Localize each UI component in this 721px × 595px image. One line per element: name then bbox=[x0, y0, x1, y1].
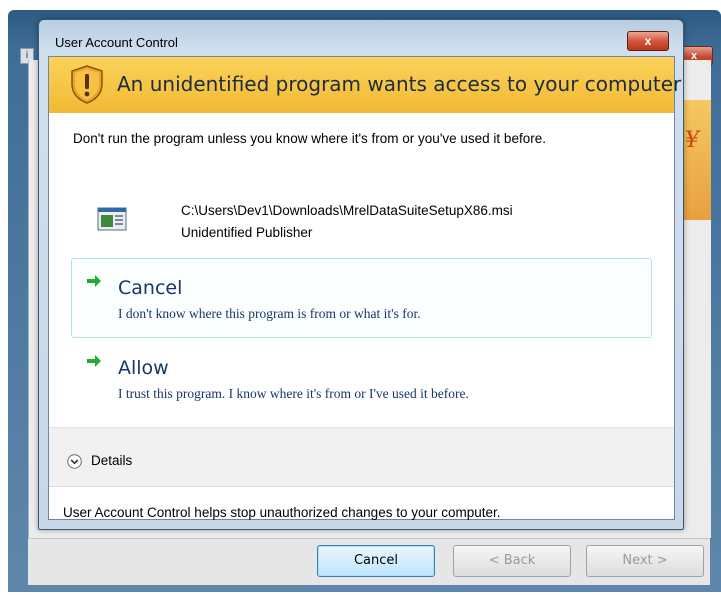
background-banner-glyph: ¥ bbox=[685, 128, 699, 153]
warning-banner: An unidentified program wants access to … bbox=[49, 57, 681, 113]
cancel-description: I don't know where this program is from … bbox=[118, 306, 421, 321]
green-arrow-icon bbox=[87, 275, 101, 287]
details-section: Details bbox=[49, 427, 674, 487]
allow-description: I trust this program. I know where it's … bbox=[118, 386, 469, 401]
green-arrow-icon bbox=[87, 355, 101, 367]
shield-warning-icon bbox=[71, 65, 103, 104]
dialog-close-button[interactable]: x bbox=[627, 31, 669, 51]
allow-command-link[interactable]: Allow I trust this program. I know where… bbox=[71, 338, 652, 418]
uac-footer-text: User Account Control helps stop unauthor… bbox=[63, 505, 501, 520]
cancel-command-link[interactable]: Cancel I don't know where this program i… bbox=[71, 258, 652, 338]
cancel-label: Cancel bbox=[118, 277, 183, 299]
background-next-button[interactable]: Next > bbox=[586, 545, 704, 577]
dialog-title: User Account Control bbox=[55, 35, 178, 50]
program-path: C:\Users\Dev1\Downloads\MrelDataSuiteSet… bbox=[181, 203, 513, 218]
allow-label: Allow bbox=[118, 357, 169, 379]
program-publisher: Unidentified Publisher bbox=[181, 225, 313, 240]
banner-heading: An unidentified program wants access to … bbox=[117, 72, 682, 96]
uac-dialog: User Account Control x An unidentified p… bbox=[38, 19, 684, 530]
chevron-down-icon[interactable] bbox=[67, 454, 82, 469]
background-back-button[interactable]: < Back bbox=[453, 545, 571, 577]
warning-text: Don't run the program unless you know wh… bbox=[73, 131, 546, 146]
background-cancel-button[interactable]: Cancel bbox=[317, 545, 435, 577]
details-toggle[interactable]: Details bbox=[91, 453, 132, 468]
program-installer-icon bbox=[97, 207, 127, 231]
dialog-body: An unidentified program wants access to … bbox=[48, 56, 681, 520]
